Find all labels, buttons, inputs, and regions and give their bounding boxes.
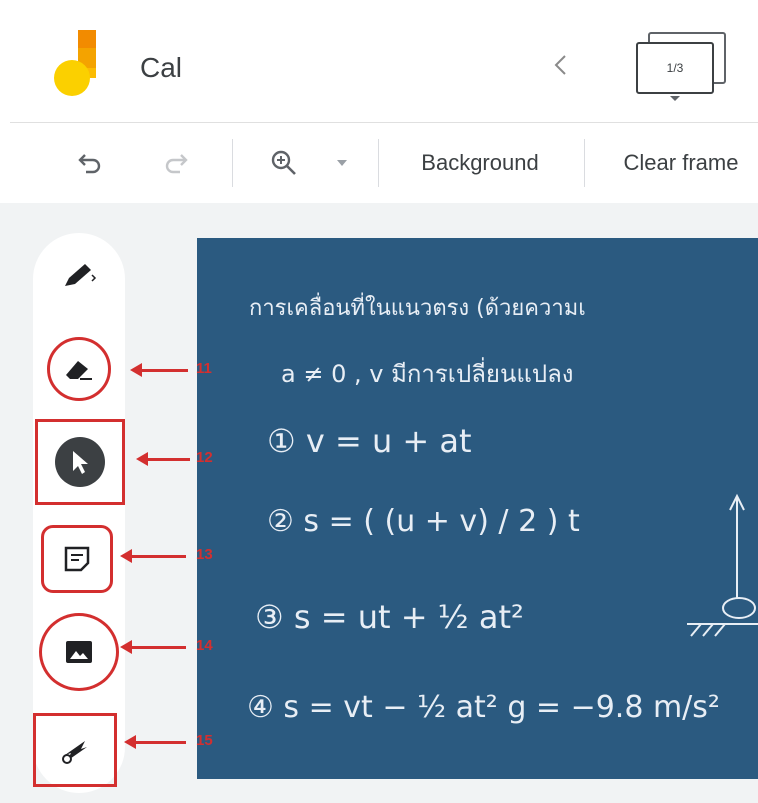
clear-frame-label: Clear frame bbox=[623, 150, 739, 175]
background-label: Background bbox=[421, 150, 539, 175]
undo-button[interactable] bbox=[70, 143, 110, 183]
clear-frame-button[interactable]: Clear frame bbox=[604, 143, 758, 183]
board-line: การเคลื่อนที่ในแนวตรง (ด้วยความเ bbox=[249, 296, 586, 321]
sticky-note-icon bbox=[64, 546, 90, 572]
toolbar-separator bbox=[378, 139, 379, 187]
frame-stack-front: 1/3 bbox=[636, 42, 714, 94]
chevron-down-icon bbox=[670, 96, 680, 101]
annotation-arrow bbox=[120, 640, 186, 654]
image-tool-button[interactable] bbox=[39, 613, 119, 691]
board-line: ② s = ( (u + v) / 2 ) t bbox=[267, 504, 580, 539]
annotation-label: 12 bbox=[196, 449, 213, 466]
zoom-dropdown[interactable] bbox=[330, 143, 354, 183]
select-tool-active bbox=[55, 437, 105, 487]
board-line: ④ s = vt − ½ at² g = −9.8 m/s² bbox=[247, 690, 720, 725]
board-line: ① v = u + at bbox=[267, 422, 472, 460]
annotation-arrow bbox=[124, 735, 186, 749]
toolbar-separator bbox=[232, 139, 233, 187]
chevron-down-icon bbox=[337, 160, 347, 166]
toolbar-separator bbox=[584, 139, 585, 187]
pen-icon bbox=[65, 264, 97, 286]
annotation-label: 13 bbox=[196, 546, 213, 563]
document-title[interactable]: Cal bbox=[140, 52, 182, 84]
whiteboard-canvas[interactable]: การเคลื่อนที่ในแนวตรง (ด้วยความเ a ≠ 0 ,… bbox=[197, 238, 758, 779]
annotation-label: 11 bbox=[196, 360, 212, 377]
zoom-button[interactable] bbox=[262, 143, 306, 183]
tool-rail bbox=[33, 233, 125, 793]
annotation-arrow bbox=[130, 363, 188, 377]
undo-icon bbox=[78, 154, 101, 174]
pointer-icon bbox=[73, 451, 88, 474]
board-line: a ≠ 0 , v มีการเปลี่ยนแปลง bbox=[281, 360, 574, 388]
redo-button[interactable] bbox=[156, 143, 196, 183]
sticky-note-tool-button[interactable] bbox=[41, 525, 113, 593]
toolbar: Background Clear frame bbox=[0, 123, 758, 203]
select-tool-button[interactable] bbox=[35, 419, 125, 505]
background-button[interactable]: Background bbox=[400, 143, 560, 183]
app-header: Cal 1/3 bbox=[0, 0, 758, 122]
chevron-left-icon bbox=[554, 55, 566, 75]
laser-tool-button[interactable] bbox=[33, 713, 117, 787]
workspace: การเคลื่อนที่ในแนวตรง (ด้วยความเ a ≠ 0 ,… bbox=[0, 203, 758, 803]
previous-frame-button[interactable] bbox=[546, 50, 576, 80]
eraser-icon bbox=[66, 361, 92, 380]
zoom-in-icon bbox=[271, 150, 296, 175]
board-line: ③ s = ut + ½ at² bbox=[255, 598, 524, 636]
laser-icon bbox=[62, 741, 87, 764]
image-icon bbox=[66, 641, 92, 663]
jamboard-logo bbox=[54, 30, 96, 96]
annotation-arrow bbox=[120, 549, 186, 563]
pen-tool-button[interactable] bbox=[47, 243, 111, 307]
frame-counter: 1/3 bbox=[666, 61, 684, 75]
redo-icon bbox=[165, 154, 188, 174]
annotation-label: 14 bbox=[196, 637, 213, 654]
annotation-label: 15 bbox=[196, 732, 213, 749]
eraser-tool-button[interactable] bbox=[47, 337, 111, 401]
projectile-sketch bbox=[687, 493, 758, 637]
annotation-arrow bbox=[136, 452, 190, 466]
frame-bar-button[interactable]: 1/3 bbox=[636, 32, 728, 104]
